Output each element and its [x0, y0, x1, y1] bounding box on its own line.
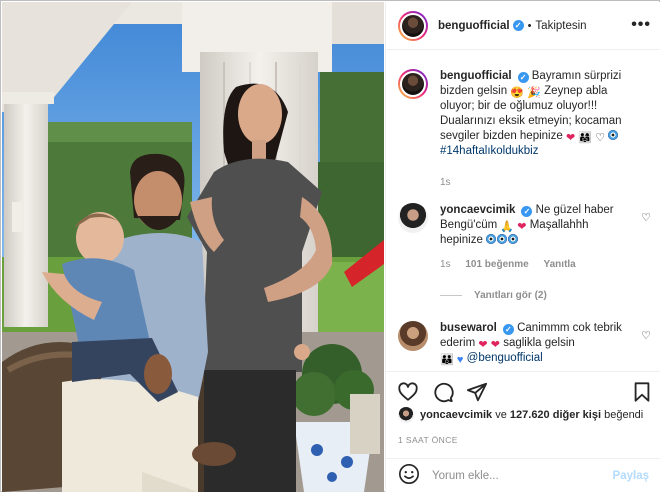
comment-icon[interactable]	[431, 380, 455, 404]
comment-like-heart-icon[interactable]: ♡	[641, 329, 651, 342]
smiling-emoji-icon: 😍	[510, 87, 525, 99]
smiley-icon[interactable]	[398, 463, 420, 488]
comment-text-2: saglikla gelsin	[503, 337, 575, 349]
red-heart-emoji-icon: ❤	[517, 221, 527, 233]
comment-username[interactable]: benguofficial	[440, 70, 512, 82]
nazar-emoji-icon	[497, 234, 508, 244]
comment-time[interactable]: 1s	[440, 259, 451, 270]
liker-avatar[interactable]	[398, 407, 414, 423]
comment-time[interactable]: 1s	[440, 177, 451, 188]
comment-meta: 1s 101 beğenme Yanıtla	[440, 257, 628, 272]
comment-item: yoncaevcimik ✓ Ne güzel haber Bengü'cüm 🙏…	[398, 203, 653, 272]
post-header: benguofficial ✓ • Takiptesin •••	[386, 2, 660, 50]
verified-badge-icon: ✓	[517, 72, 529, 83]
red-heart-emoji-icon: ❤	[565, 132, 576, 144]
replies-divider	[440, 295, 462, 296]
likes-summary: yoncaevcimik ve 127.620 diğer kişi beğen…	[398, 407, 643, 423]
nazar-emoji-icon	[508, 234, 519, 244]
post-side-panel: benguofficial ✓ • Takiptesin ••• benguof…	[385, 2, 660, 492]
comment-input[interactable]	[432, 469, 602, 482]
instagram-post-window: benguofficial ✓ • Takiptesin ••• benguof…	[0, 0, 660, 492]
add-comment-bar: Paylaş	[386, 458, 660, 492]
post-timestamp[interactable]: 1 SAAT ÖNCE	[398, 435, 458, 445]
likes-suffix: beğendi	[604, 409, 644, 421]
view-replies-button[interactable]: Yanıtları gör (2)	[440, 290, 547, 301]
praying-hands-emoji-icon: 🙏	[500, 221, 515, 233]
bookmark-icon[interactable]	[630, 380, 654, 404]
author-avatar[interactable]	[398, 10, 428, 41]
verified-badge-icon: ✓	[512, 20, 524, 31]
red-heart-emoji-icon: ❤	[490, 339, 500, 351]
heart-icon[interactable]	[396, 380, 420, 404]
post-comment-button[interactable]: Paylaş	[613, 470, 649, 482]
nazar-emoji-icon	[608, 130, 619, 140]
comment-likes[interactable]: 101 beğenme	[465, 259, 528, 270]
blue-heart-emoji-icon: ♥	[456, 354, 464, 366]
mention-link[interactable]: @benguofficial	[467, 352, 543, 364]
post-photo[interactable]	[2, 2, 384, 492]
verified-badge-icon: ✓	[502, 324, 514, 335]
separator-dot: •	[527, 19, 532, 32]
follow-status-button[interactable]: Takiptesin	[535, 20, 586, 32]
comment-avatar[interactable]	[398, 321, 428, 351]
paper-plane-icon[interactable]	[465, 380, 489, 404]
verified-badge-icon: ✓	[521, 206, 533, 217]
nazar-emoji-icon	[486, 234, 497, 244]
view-replies-label: Yanıtları gör (2)	[474, 290, 547, 301]
author-username[interactable]: benguofficial	[438, 20, 510, 32]
comment-meta: 1s	[440, 175, 628, 190]
caption-comment: benguofficial ✓ Bayramın sürprizi bizden …	[398, 69, 653, 190]
red-heart-emoji-icon: ❤	[478, 339, 488, 351]
post-actions-bar	[386, 371, 660, 411]
comments-list[interactable]: benguofficial ✓ Bayramın sürprizi bizden …	[386, 51, 660, 371]
family-emoji-icon: 👨‍👩‍👧	[578, 132, 593, 144]
liker-username[interactable]: yoncaevcimik	[420, 409, 492, 421]
likes-others-count[interactable]: 127.620 diğer kişi	[510, 409, 601, 421]
comment-avatar[interactable]	[398, 203, 428, 233]
comment-like-heart-icon[interactable]: ♡	[641, 211, 651, 224]
comment-username[interactable]: busewarol	[440, 322, 497, 334]
family-emoji-icon: 👪	[440, 354, 454, 366]
comment-item: busewarol ✓ Canimmm cok tebrik ederim ❤ ❤…	[398, 321, 653, 366]
comment-username[interactable]: yoncaevcimik	[440, 204, 515, 216]
hashtag-link[interactable]: #14haftalıkoldukbiz	[440, 145, 538, 157]
likes-connector: ve	[495, 409, 507, 421]
party-popper-emoji-icon: 🎉	[527, 87, 541, 99]
more-options-icon[interactable]: •••	[631, 16, 651, 34]
comment-avatar[interactable]	[398, 69, 428, 99]
reply-button[interactable]: Yanıtla	[544, 259, 576, 270]
white-heart-emoji-icon: ♡	[595, 132, 606, 144]
